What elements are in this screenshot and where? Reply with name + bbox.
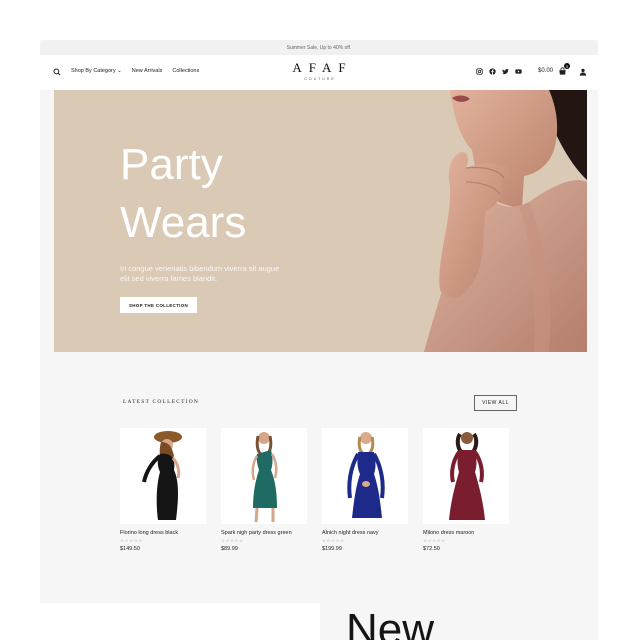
hero-title: Party Wears [120,136,246,252]
chevron-down-icon: ⌄ [117,68,122,74]
product-rating-stars: ☆☆☆☆☆ [322,538,345,543]
product-model-figure [142,431,182,520]
announcement-bar: Summer Sale, Up to 40% off. [40,40,598,55]
view-all-button[interactable]: VIEW ALL [474,395,517,411]
product-model-figure [347,432,385,518]
cart-total[interactable]: $0.00 [538,68,553,74]
product-grid: Florino long dress black ☆☆☆☆☆ $149.50 S… [120,428,520,568]
product-image[interactable] [221,428,307,524]
product-price: $149.50 [120,546,140,552]
instagram-icon[interactable] [476,68,483,75]
hero-description: In congue venenatis bibendum viverra sit… [120,264,280,283]
product-card[interactable]: Florino long dress black ☆☆☆☆☆ $149.50 [120,428,206,552]
product-rating-stars: ☆☆☆☆☆ [221,538,244,543]
product-price: $199.99 [322,546,342,552]
product-price: $89.99 [221,546,238,552]
hero-model-image [354,90,587,352]
next-section-image-placeholder [40,603,320,640]
hero-banner: Party Wears In congue venenatis bibendum… [54,90,587,352]
announcement-text: Summer Sale, Up to 40% off. [286,44,352,51]
twitter-icon[interactable] [502,68,509,75]
cart-count-badge: 0 [564,63,570,69]
logo-tagline: COUTURE [304,77,336,81]
product-model-figure [251,432,278,523]
logo-wordmark: AFAF [292,60,353,75]
product-name[interactable]: Alnich night dress navy [322,530,408,536]
hero-title-line-1: Party [120,140,223,189]
page-frame: Summer Sale, Up to 40% off. Shop By Cate… [40,40,598,640]
product-model-figure [449,432,485,520]
product-dress-shape [156,453,178,520]
shop-the-collection-button[interactable]: SHOP THE COLLECTION [120,297,197,313]
next-section-title: New [346,605,435,640]
social-links [476,68,522,75]
product-card[interactable]: Milono dress maroon ☆☆☆☆☆ $72.50 [423,428,509,552]
product-name[interactable]: Milono dress maroon [423,530,509,536]
site-logo[interactable]: AFAF COUTURE [279,60,359,81]
user-icon[interactable] [579,68,587,76]
product-price: $72.50 [423,546,440,552]
product-image[interactable] [120,428,206,524]
product-image[interactable] [423,428,509,524]
latest-collection-title: LATEST COLLECTION [123,399,200,405]
hero-title-line-2: Wears [120,198,247,247]
youtube-icon[interactable] [515,68,522,75]
product-rating-stars: ☆☆☆☆☆ [120,538,143,543]
search-icon[interactable] [53,68,61,76]
product-rating-stars: ☆☆☆☆☆ [423,538,446,543]
product-image[interactable] [322,428,408,524]
product-card[interactable]: Alnich night dress navy ☆☆☆☆☆ $199.99 [322,428,408,552]
nav-shop-by-category[interactable]: Shop By Category ⌄ [71,68,122,74]
facebook-icon[interactable] [489,68,496,75]
site-header: Shop By Category ⌄ New Arrivals Collecti… [40,55,598,90]
product-name[interactable]: Florino long dress black [120,530,206,536]
nav-new-arrivals[interactable]: New Arrivals [132,68,163,74]
product-name[interactable]: Spark nigh party dress green [221,530,307,536]
product-card[interactable]: Spark nigh party dress green ☆☆☆☆☆ $89.9… [221,428,307,552]
nav-collections[interactable]: Collections [172,68,199,74]
main-nav: Shop By Category ⌄ New Arrivals Collecti… [71,68,199,74]
nav-shop-by-category-label: Shop By Category [71,68,116,74]
